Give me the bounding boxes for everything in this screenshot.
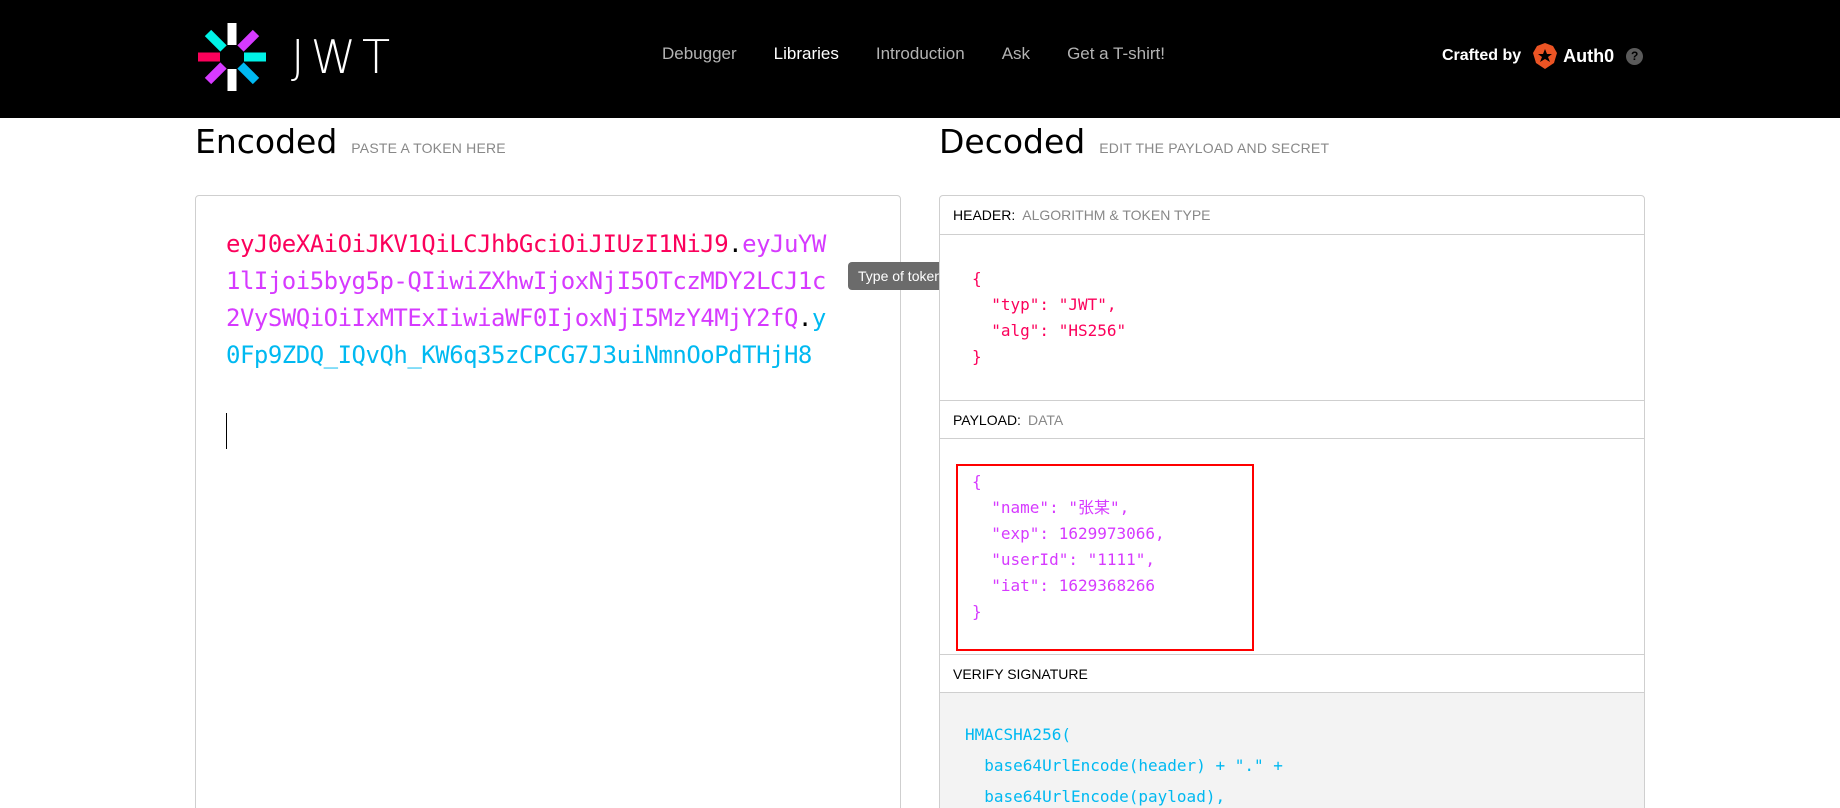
- jwt-logo[interactable]: JWT: [195, 20, 396, 94]
- crafted-by-label: Crafted by: [1442, 47, 1522, 64]
- token-dot-2: .: [797, 304, 812, 332]
- top-navbar: JWT Debugger Libraries Introduction Ask …: [0, 0, 1840, 118]
- nav-link-tshirt[interactable]: Get a T-shirt!: [1067, 44, 1165, 64]
- header-json-editor[interactable]: { "typ": "JWT", "alg": "HS256" }: [972, 266, 1126, 370]
- encoded-title: Encoded: [195, 122, 338, 161]
- decoded-heading: Decoded EDIT THE PAYLOAD AND SECRET: [939, 122, 1329, 161]
- crafted-by[interactable]: Crafted by Auth0 ?: [1442, 43, 1644, 69]
- jwt-logo-icon: [198, 23, 266, 91]
- help-icon[interactable]: ?: [1626, 47, 1644, 65]
- token-text[interactable]: eyJ0eXAiOiJKV1QiLCJhbGciOiJIUzI1NiJ9.eyJ…: [226, 226, 826, 374]
- payload-section-desc: DATA: [1027, 411, 1064, 428]
- auth0-brand: Auth0: [1563, 45, 1615, 66]
- token-header-part: eyJ0eXAiOiJKV1QiLCJhbGciOiJIUzI1NiJ9: [226, 230, 729, 258]
- verify-section-label: VERIFY SIGNATURE: [953, 665, 1088, 682]
- header-section-desc: ALGORITHM & TOKEN TYPE: [1022, 207, 1211, 223]
- encoded-subtitle: PASTE A TOKEN HERE: [351, 140, 506, 156]
- text-caret: [226, 413, 227, 449]
- verify-signature-code[interactable]: HMACSHA256( base64UrlEncode(header) + ".…: [965, 719, 1283, 808]
- payload-section-title: PAYLOAD: DATA: [940, 400, 1644, 439]
- encoded-heading: Encoded PASTE A TOKEN HERE: [195, 122, 506, 161]
- token-dot-1: .: [728, 230, 743, 258]
- verify-section-title: VERIFY SIGNATURE: [940, 654, 1644, 693]
- encoded-token-input[interactable]: eyJ0eXAiOiJKV1QiLCJhbGciOiJIUzI1NiJ9.eyJ…: [195, 195, 901, 808]
- nav-link-introduction[interactable]: Introduction: [876, 44, 965, 64]
- logo-text: JWT: [291, 30, 397, 84]
- decoded-title: Decoded: [939, 122, 1086, 161]
- nav-link-libraries[interactable]: Libraries: [774, 44, 839, 64]
- header-section-title: HEADER: ALGORITHM & TOKEN TYPE: [940, 196, 1644, 235]
- nav-link-ask[interactable]: Ask: [1002, 44, 1030, 64]
- nav-link-debugger[interactable]: Debugger: [662, 44, 737, 64]
- header-section-label: HEADER:: [953, 207, 1016, 223]
- auth0-shield-icon: [1533, 43, 1558, 69]
- type-of-token-tooltip: Type of token: [848, 262, 959, 290]
- payload-highlight-box: [956, 464, 1254, 651]
- main-nav: Debugger Libraries Introduction Ask Get …: [662, 44, 1202, 64]
- decoded-subtitle: EDIT THE PAYLOAD AND SECRET: [1099, 140, 1330, 156]
- decoded-panel: HEADER: ALGORITHM & TOKEN TYPE { "typ": …: [939, 195, 1645, 808]
- payload-section-label: PAYLOAD:: [953, 411, 1021, 428]
